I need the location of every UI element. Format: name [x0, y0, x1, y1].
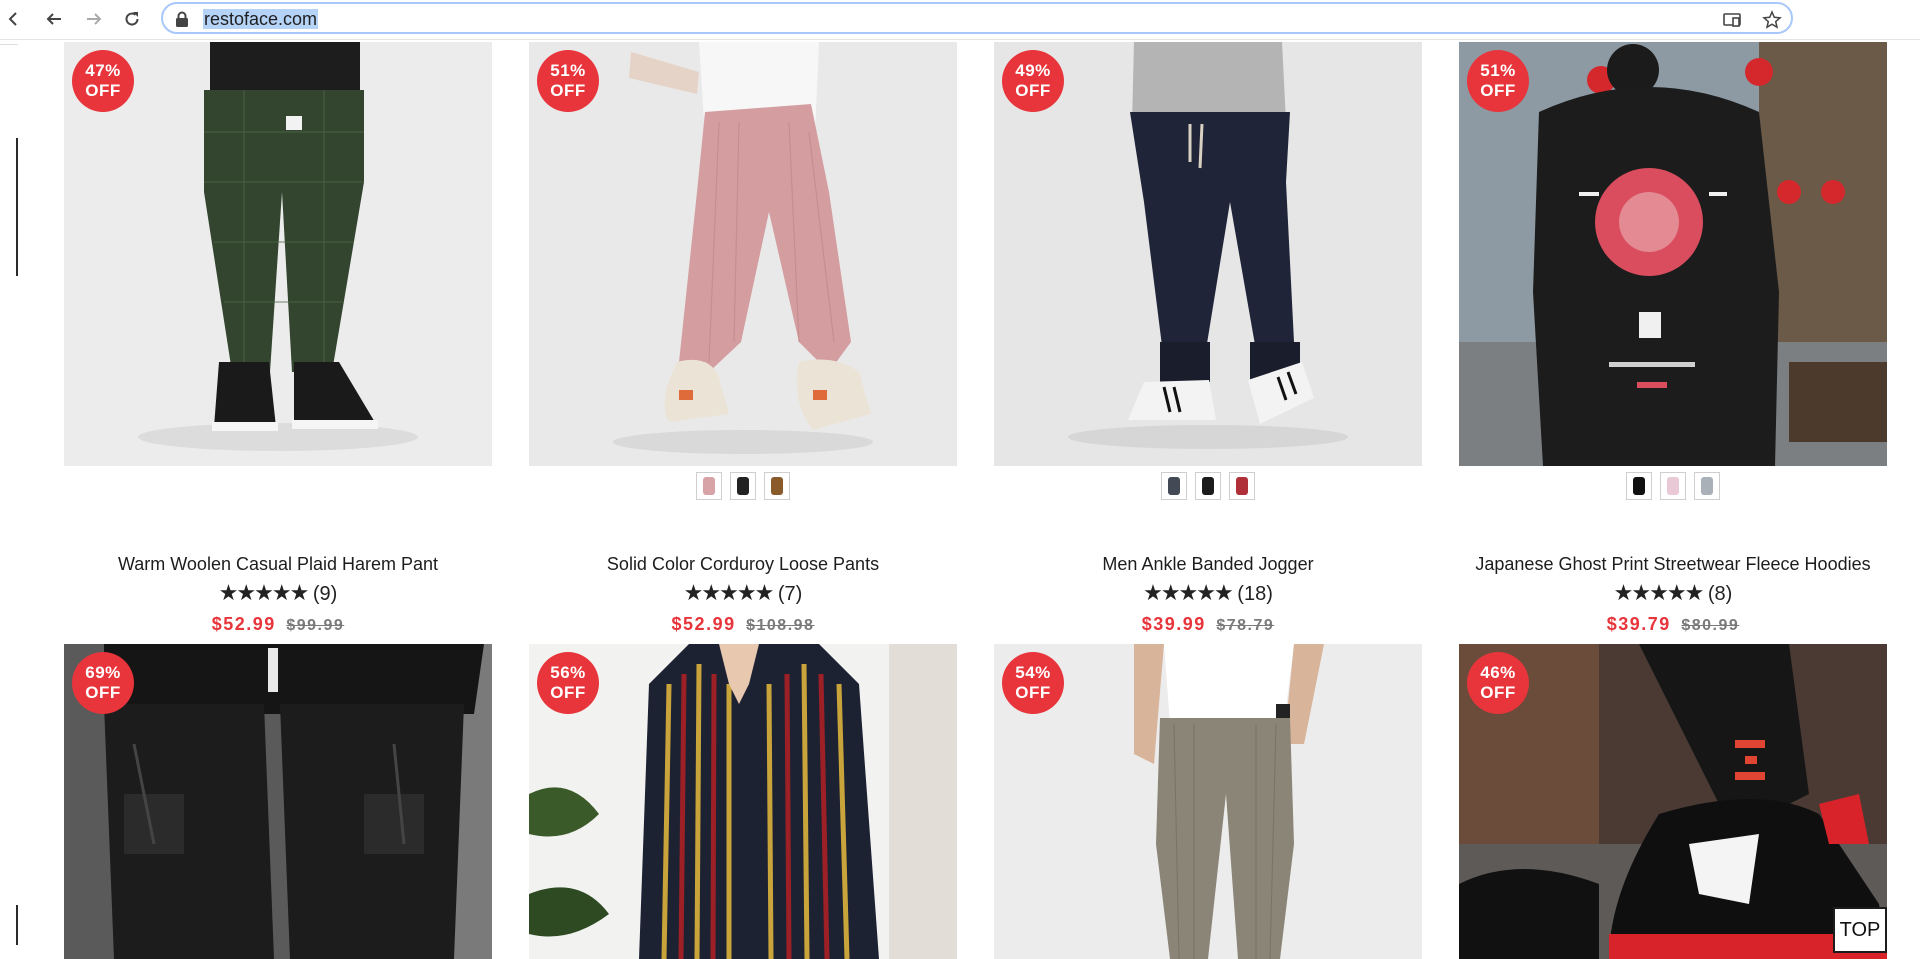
product-title[interactable]: Warm Woolen Casual Plaid Harem Pant	[64, 554, 492, 575]
product-card[interactable]: 49% OFF Men Ankle Banded Jogger ★★★★★ (1…	[994, 42, 1422, 634]
browser-toolbar: restoface.com	[0, 0, 1920, 40]
review-count: (8)	[1707, 583, 1733, 605]
color-swatch[interactable]	[1626, 472, 1652, 500]
color-swatch[interactable]	[1161, 472, 1187, 500]
color-swatch[interactable]	[1660, 472, 1686, 500]
lock-icon[interactable]	[175, 11, 189, 27]
product-price: $52.99 $99.99	[64, 614, 492, 635]
discount-off-label: OFF	[1480, 683, 1516, 702]
review-count: (9)	[312, 583, 338, 605]
product-image[interactable]: 51% OFF	[1459, 42, 1887, 466]
discount-off-label: OFF	[1480, 81, 1516, 100]
discount-percent: 46%	[1480, 663, 1516, 682]
discount-badge: 49% OFF	[1002, 50, 1064, 112]
page-edge	[16, 138, 18, 276]
cast-icon[interactable]	[1722, 10, 1742, 30]
discount-off-label: OFF	[1015, 81, 1051, 100]
color-swatch[interactable]	[696, 472, 722, 500]
product-card[interactable]: 54% OFF	[994, 644, 1422, 959]
back-arrow-icon[interactable]	[0, 6, 28, 32]
discount-badge: 51% OFF	[537, 50, 599, 112]
url-text[interactable]: restoface.com	[203, 9, 319, 29]
discount-badge: 69% OFF	[72, 652, 134, 714]
review-count: (7)	[777, 583, 803, 605]
color-swatches	[529, 472, 957, 504]
product-image[interactable]: 47% OFF	[64, 42, 492, 466]
product-image[interactable]: 56% OFF	[529, 644, 957, 959]
star-rating-icon: ★★★★★	[683, 580, 775, 605]
color-swatch[interactable]	[764, 472, 790, 500]
sale-price: $39.79	[1606, 614, 1671, 634]
reload-icon[interactable]	[118, 6, 146, 32]
page-edge	[0, 44, 18, 45]
color-swatches	[994, 472, 1422, 504]
discount-off-label: OFF	[1015, 683, 1051, 702]
star-icon[interactable]	[1762, 10, 1782, 30]
product-price: $52.99 $108.98	[529, 614, 957, 635]
discount-percent: 54%	[1015, 663, 1051, 682]
discount-percent: 69%	[85, 663, 121, 682]
discount-off-label: OFF	[550, 683, 586, 702]
color-swatch[interactable]	[1694, 472, 1720, 500]
product-rating: ★★★★★ (8)	[1459, 580, 1887, 606]
product-rating: ★★★★★ (9)	[64, 580, 492, 606]
product-image[interactable]: 46% OFF	[1459, 644, 1887, 959]
address-bar[interactable]: restoface.com	[161, 2, 1793, 34]
discount-badge: 54% OFF	[1002, 652, 1064, 714]
discount-percent: 49%	[1015, 61, 1051, 80]
product-image[interactable]: 54% OFF	[994, 644, 1422, 959]
discount-badge: 47% OFF	[72, 50, 134, 112]
back-to-top-button[interactable]: TOP	[1833, 907, 1887, 953]
star-rating-icon: ★★★★★	[1613, 580, 1705, 605]
discount-badge: 51% OFF	[1467, 50, 1529, 112]
discount-percent: 56%	[550, 663, 586, 682]
sale-price: $52.99	[211, 614, 276, 634]
color-swatch[interactable]	[1195, 472, 1221, 500]
discount-percent: 51%	[550, 61, 586, 80]
product-image[interactable]: 69% OFF	[64, 644, 492, 959]
star-rating-icon: ★★★★★	[218, 580, 310, 605]
product-card[interactable]: 69% OFF	[64, 644, 492, 959]
product-image[interactable]: 49% OFF	[994, 42, 1422, 466]
sale-price: $39.99	[1141, 614, 1206, 634]
product-card[interactable]: 56% OFF	[529, 644, 957, 959]
original-price: $108.98	[746, 617, 815, 634]
product-price: $39.99 $78.79	[994, 614, 1422, 635]
discount-badge: 46% OFF	[1467, 652, 1529, 714]
product-card[interactable]: 46% OFF	[1459, 644, 1887, 959]
discount-off-label: OFF	[550, 81, 586, 100]
product-rating: ★★★★★ (7)	[529, 580, 957, 606]
original-price: $99.99	[286, 617, 345, 634]
product-card[interactable]: 51% OFF Japanese Ghost Print Streetwear …	[1459, 42, 1887, 634]
original-price: $78.79	[1216, 617, 1275, 634]
product-title[interactable]: Japanese Ghost Print Streetwear Fleece H…	[1459, 554, 1887, 575]
product-image[interactable]: 51% OFF	[529, 42, 957, 466]
discount-percent: 47%	[85, 61, 121, 80]
color-swatch[interactable]	[730, 472, 756, 500]
color-swatches	[1459, 472, 1887, 504]
star-rating-icon: ★★★★★	[1143, 580, 1234, 605]
back-arrow-icon[interactable]	[40, 6, 68, 32]
original-price: $80.99	[1681, 617, 1740, 634]
discount-off-label: OFF	[85, 683, 121, 702]
product-rating: ★★★★★ (18)	[994, 580, 1422, 606]
discount-off-label: OFF	[85, 81, 121, 100]
discount-percent: 51%	[1480, 61, 1516, 80]
discount-badge: 56% OFF	[537, 652, 599, 714]
product-card[interactable]: 47% OFF Warm Woolen Casual Plaid Harem P…	[64, 42, 492, 634]
sale-price: $52.99	[671, 614, 736, 634]
forward-arrow-icon[interactable]	[80, 6, 108, 32]
product-title[interactable]: Solid Color Corduroy Loose Pants	[529, 554, 957, 575]
product-price: $39.79 $80.99	[1459, 614, 1887, 635]
product-title[interactable]: Men Ankle Banded Jogger	[994, 554, 1422, 575]
review-count: (18)	[1237, 583, 1273, 605]
product-card[interactable]: 51% OFF Solid Color Corduroy Loose Pants…	[529, 42, 957, 634]
color-swatch[interactable]	[1229, 472, 1255, 500]
page-edge	[16, 905, 18, 945]
